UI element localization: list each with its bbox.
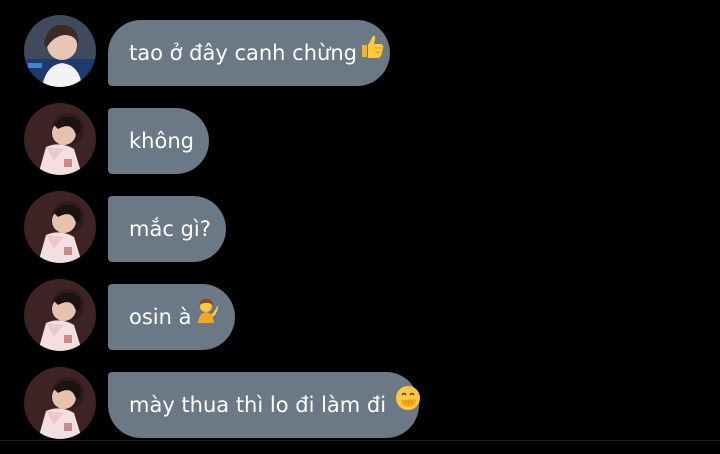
message-row: không <box>0 103 720 175</box>
avatar[interactable] <box>24 367 96 439</box>
message-text: tao ở đây canh chừng <box>129 41 357 65</box>
tipping-hand-person-icon <box>193 283 219 349</box>
avatar-image <box>24 367 96 439</box>
message-text: không <box>129 129 194 153</box>
avatar[interactable] <box>24 279 96 351</box>
avatar-image <box>24 15 96 87</box>
message-bubble[interactable]: không <box>108 108 209 174</box>
avatar[interactable] <box>24 15 96 87</box>
message-bubble[interactable]: osin à <box>108 284 235 350</box>
message-row: mắc gì? <box>0 191 720 263</box>
message-row: tao ở đây canh chừng <box>0 15 720 87</box>
message-bubble[interactable]: mắc gì? <box>108 196 226 262</box>
divider <box>0 440 720 441</box>
message-text: mắc gì? <box>129 217 211 241</box>
message-bubble[interactable]: tao ở đây canh chừng <box>108 20 390 86</box>
message-row: mày thua thì lo đi làm đi <box>0 367 720 439</box>
message-text: mày thua thì lo đi làm đi <box>129 393 393 417</box>
avatar[interactable] <box>24 191 96 263</box>
thumbs-up-icon <box>359 19 385 85</box>
avatar-image <box>24 191 96 263</box>
chat-thread: tao ở đây canh chừng không mắc gì? osin … <box>0 0 720 454</box>
face-with-hand-over-mouth-icon <box>395 371 421 437</box>
avatar-image <box>24 279 96 351</box>
message-text: osin à <box>129 305 192 329</box>
avatar-image <box>24 103 96 175</box>
avatar[interactable] <box>24 103 96 175</box>
message-bubble[interactable]: mày thua thì lo đi làm đi <box>108 371 421 438</box>
message-row: osin à <box>0 279 720 351</box>
